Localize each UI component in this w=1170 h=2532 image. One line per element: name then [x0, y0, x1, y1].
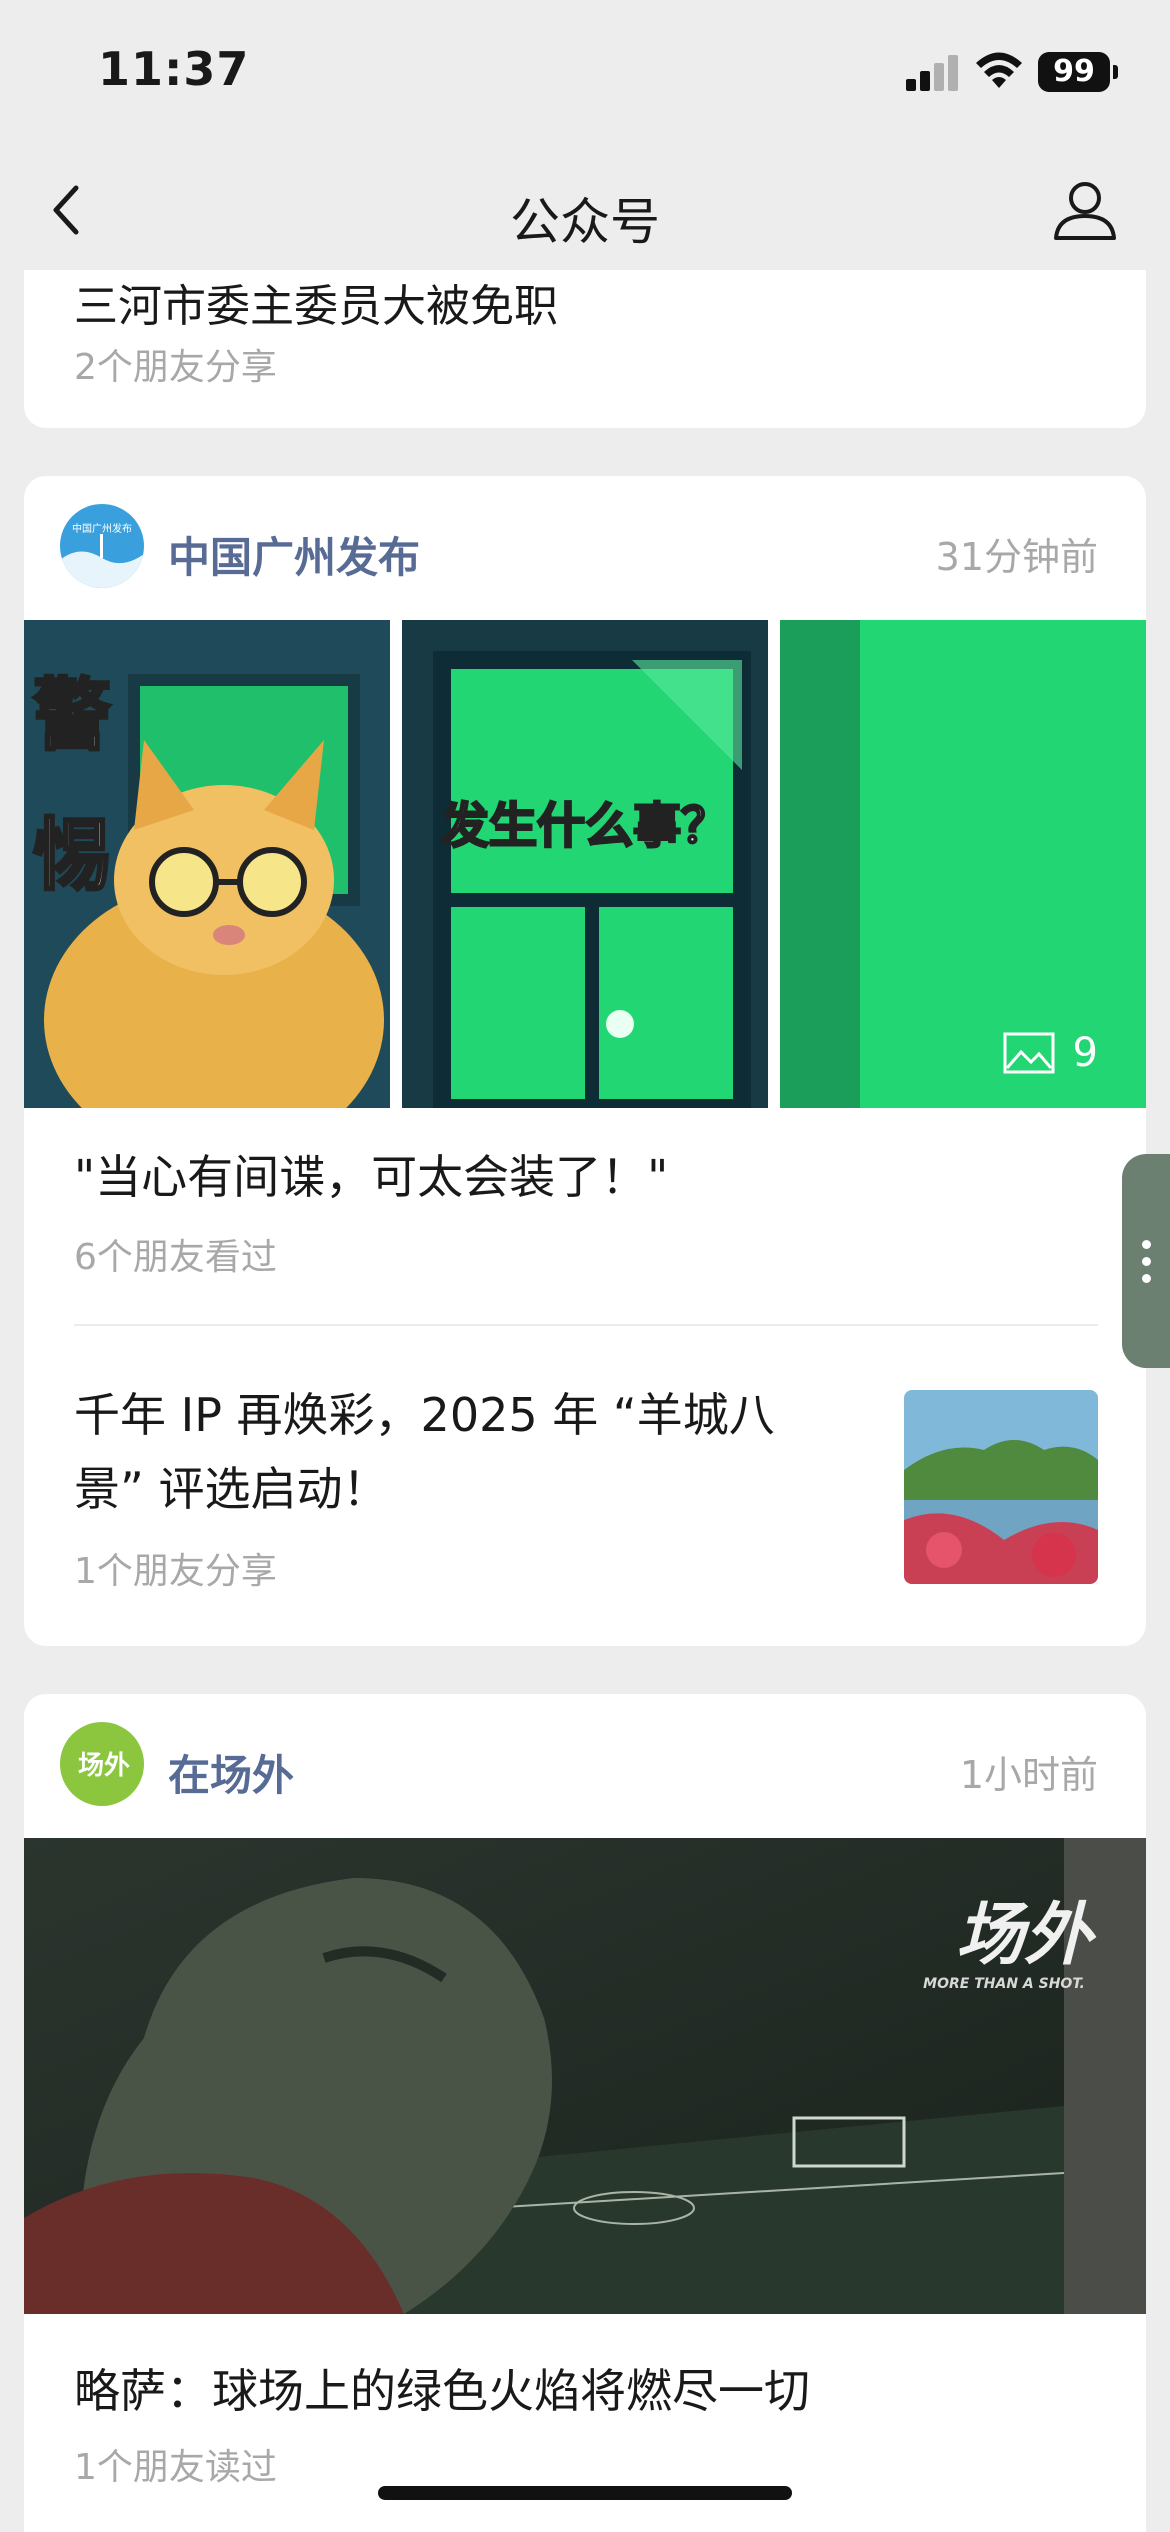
status-bar: 11:37 99: [0, 0, 1170, 150]
svg-text:发生什么事？: 发生什么事？: [441, 798, 729, 854]
svg-text:场外: 场外: [78, 1751, 130, 1781]
cover-image[interactable]: 场外 MORE THAN A SHOT.: [24, 1838, 1146, 2314]
account-avatar: 场外: [60, 1722, 144, 1806]
gallery-image[interactable]: 警 惕: [24, 620, 390, 1108]
article-meta: 2个朋友分享: [74, 347, 277, 388]
svg-text:MORE THAN A SHOT.: MORE THAN A SHOT.: [923, 1976, 1085, 1992]
cellular-signal-icon: [906, 55, 960, 91]
account-header[interactable]: 场外 在场外 1小时前: [24, 1694, 1146, 1838]
svg-text:场外: 场外: [956, 1896, 1097, 1975]
home-indicator[interactable]: [378, 2486, 792, 2500]
gallery-image[interactable]: 发生什么事？: [402, 620, 768, 1108]
svg-text:警: 警: [33, 671, 111, 761]
article-title: 三河市委主委员大被免职: [74, 281, 558, 332]
photo-count: 9: [1003, 1030, 1098, 1076]
divider: [74, 1324, 1098, 1326]
status-time: 11:37: [98, 42, 250, 96]
more-vertical-icon[interactable]: [1122, 1154, 1170, 1368]
post-time: 1小时前: [959, 1753, 1098, 1797]
account-name: 在场外: [168, 1751, 295, 1800]
account-card: 中国广州发布 中国广州发布 31分钟前 警 惕 发生什么事？ 9 "当心有间谍，…: [24, 476, 1146, 1646]
image-gallery-icon: [1003, 1032, 1055, 1074]
wifi-icon: [976, 52, 1022, 88]
article-thumbnail[interactable]: [904, 1390, 1098, 1584]
article-meta: 1个朋友读过: [74, 2447, 277, 2488]
post-time: 31分钟前: [935, 535, 1098, 579]
battery-indicator: 99: [1038, 52, 1118, 92]
account-avatar: 中国广州发布: [60, 504, 144, 588]
partial-article-card[interactable]: 三河市委主委员大被免职 2个朋友分享: [24, 270, 1146, 428]
article-meta: 6个朋友看过: [74, 1237, 277, 1278]
image-gallery[interactable]: 警 惕 发生什么事？ 9: [24, 620, 1146, 1108]
account-card: 场外 在场外 1小时前 场外 MORE THAN A SHOT. 略萨：球场上的…: [24, 1694, 1146, 2532]
svg-text:惕: 惕: [33, 811, 111, 901]
feed: 三河市委主委员大被免职 2个朋友分享 中国广州发布 中国广州发布 31分钟前 警…: [0, 270, 1170, 2532]
article-title-line2[interactable]: 景” 评选启动！: [74, 1452, 388, 1526]
article-meta: 1个朋友分享: [74, 1551, 277, 1592]
photo-count-number: 9: [1072, 1030, 1098, 1076]
nav-bar: 公众号: [0, 150, 1170, 270]
page-title: 公众号: [510, 193, 660, 251]
svg-text:中国广州发布: 中国广州发布: [72, 522, 132, 535]
account-name: 中国广州发布: [168, 533, 421, 582]
article-title-line1[interactable]: 千年 IP 再焕彩，2025 年 “羊城八: [74, 1378, 775, 1452]
article-title[interactable]: 略萨：球场上的绿色火焰将燃尽一切: [74, 2354, 810, 2428]
article-title[interactable]: "当心有间谍，可太会装了！": [74, 1140, 668, 1214]
account-header[interactable]: 中国广州发布 中国广州发布 31分钟前: [24, 476, 1146, 620]
profile-icon[interactable]: [1052, 176, 1118, 242]
